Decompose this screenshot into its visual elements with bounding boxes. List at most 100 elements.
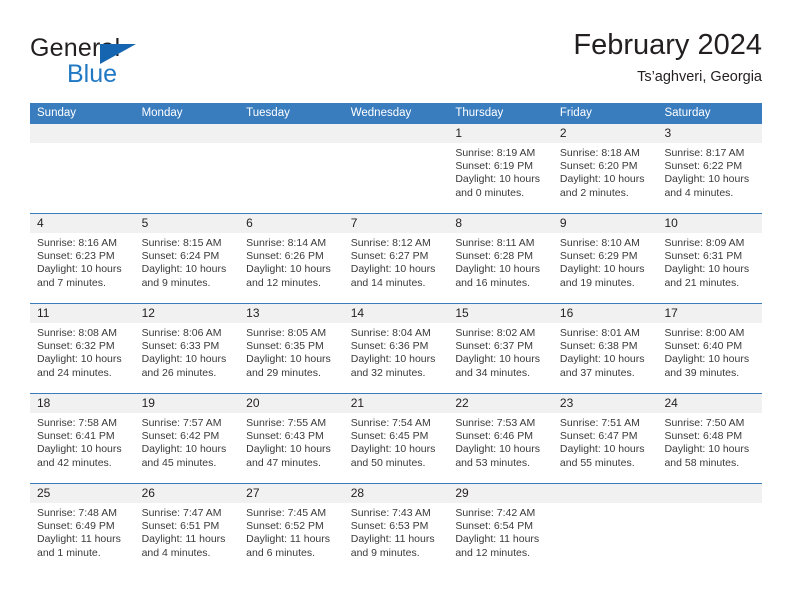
day-number: 21: [343, 394, 449, 413]
day-number: 24: [657, 394, 763, 413]
daylight-text: Daylight: 10 hours and 50 minutes.: [350, 443, 436, 469]
sunrise-text: Sunrise: 8:18 AM: [559, 147, 640, 159]
sunrise-text: Sunrise: 7:54 AM: [350, 417, 431, 429]
calendar-day-cell[interactable]: 19 Sunrise: 7:57 AM Sunset: 6:42 PM Dayligh…: [134, 394, 240, 483]
day-sun-info: Sunrise: 7:47 AM Sunset: 6:51 PM Daylight:…: [135, 503, 240, 560]
calendar-day-cell[interactable]: 5 Sunrise: 8:15 AM Sunset: 6:24 PM Daylight…: [134, 214, 240, 303]
page-subtitle: Ts’aghveri, Georgia: [637, 69, 762, 85]
calendar-day-cell[interactable]: 12 Sunrise: 8:06 AM Sunset: 6:33 PM Dayligh…: [134, 304, 240, 393]
calendar-day-cell[interactable]: 28 Sunrise: 7:43 AM Sunset: 6:53 PM Dayligh…: [343, 484, 449, 573]
day-number: 18: [30, 394, 135, 413]
calendar-day-cell[interactable]: 22 Sunrise: 7:53 AM Sunset: 6:46 PM Dayligh…: [448, 394, 553, 483]
calendar-day-cell[interactable]: 9 Sunrise: 8:10 AM Sunset: 6:29 PM Daylight…: [552, 214, 658, 303]
calendar-day-cell[interactable]: 11 Sunrise: 8:08 AM Sunset: 6:32 PM Dayligh…: [30, 304, 135, 393]
sunrise-text: Sunrise: 7:50 AM: [664, 417, 745, 429]
day-number: 22: [448, 394, 553, 413]
calendar-week-row: 18 Sunrise: 7:58 AM Sunset: 6:41 PM Dayligh…: [30, 393, 763, 483]
sunset-text: Sunset: 6:45 PM: [350, 430, 429, 443]
day-sun-info: Sunrise: 8:00 AM Sunset: 6:40 PM Daylight:…: [657, 323, 762, 380]
day-sun-info: Sunrise: 8:02 AM Sunset: 6:37 PM Daylight:…: [448, 323, 553, 380]
sunrise-text: Sunrise: 8:01 AM: [559, 327, 640, 339]
sunset-text: Sunset: 6:37 PM: [455, 340, 533, 353]
sunrise-text: Sunrise: 7:42 AM: [455, 507, 536, 519]
day-sun-info: Sunrise: 7:57 AM Sunset: 6:42 PM Daylight:…: [135, 413, 240, 470]
daylight-text: Daylight: 10 hours and 16 minutes.: [455, 263, 540, 289]
calendar-day-cell[interactable]: 26 Sunrise: 7:47 AM Sunset: 6:51 PM Dayligh…: [134, 484, 240, 573]
sunrise-text: Sunrise: 8:17 AM: [664, 147, 745, 159]
calendar-day-cell[interactable]: 4 Sunrise: 8:16 AM Sunset: 6:23 PM Daylight…: [30, 214, 135, 303]
day-sun-info: Sunrise: 8:11 AM Sunset: 6:28 PM Daylight:…: [448, 233, 553, 290]
calendar-day-cell[interactable]: 15 Sunrise: 8:02 AM Sunset: 6:37 PM Dayligh…: [448, 304, 553, 393]
sunrise-text: Sunrise: 8:08 AM: [37, 327, 117, 339]
day-sun-info: Sunrise: 8:15 AM Sunset: 6:24 PM Daylight:…: [135, 233, 240, 290]
sunset-text: Sunset: 6:29 PM: [559, 250, 638, 263]
calendar-week-row: 1 Sunrise: 8:19 AM Sunset: 6:19 PM Daylight…: [30, 124, 763, 213]
calendar-day-cell[interactable]: 3 Sunrise: 8:17 AM Sunset: 6:22 PM Daylight…: [657, 124, 763, 213]
calendar-day-cell[interactable]: 20 Sunrise: 7:55 AM Sunset: 6:43 PM Dayligh…: [239, 394, 344, 483]
sunset-text: Sunset: 6:46 PM: [455, 430, 533, 443]
sunrise-text: Sunrise: 8:10 AM: [559, 237, 640, 249]
day-number: 7: [343, 214, 449, 233]
calendar-day-cell[interactable]: 18 Sunrise: 7:58 AM Sunset: 6:41 PM Dayligh…: [30, 394, 135, 483]
sunrise-text: Sunrise: 7:43 AM: [350, 507, 431, 519]
day-sun-info: Sunrise: 8:09 AM Sunset: 6:31 PM Daylight:…: [657, 233, 762, 290]
sunrise-text: Sunrise: 7:58 AM: [37, 417, 117, 429]
daylight-text: Daylight: 10 hours and 4 minutes.: [664, 173, 750, 199]
daylight-text: Daylight: 10 hours and 55 minutes.: [559, 443, 645, 469]
calendar-day-cell[interactable]: 29 Sunrise: 7:42 AM Sunset: 6:54 PM Dayligh…: [448, 484, 553, 573]
day-number: 2: [552, 124, 658, 143]
calendar-day-cell[interactable]: 24 Sunrise: 7:50 AM Sunset: 6:48 PM Dayligh…: [657, 394, 763, 483]
daylight-text: Daylight: 10 hours and 26 minutes.: [141, 353, 227, 379]
day-number: 27: [239, 484, 344, 503]
calendar-day-cell[interactable]: 7 Sunrise: 8:12 AM Sunset: 6:27 PM Daylight…: [343, 214, 449, 303]
daylight-text: Daylight: 10 hours and 29 minutes.: [246, 353, 331, 379]
day-number: 29: [448, 484, 553, 503]
weekday-header-thursday: Thursday: [455, 107, 504, 119]
calendar-day-cell[interactable]: 8 Sunrise: 8:11 AM Sunset: 6:28 PM Daylight…: [448, 214, 553, 303]
sunset-text: Sunset: 6:35 PM: [246, 340, 324, 353]
day-number: 11: [30, 304, 135, 323]
calendar-day-cell[interactable]: 10 Sunrise: 8:09 AM Sunset: 6:31 PM Dayligh…: [657, 214, 763, 303]
day-number: 8: [448, 214, 553, 233]
daylight-text: Daylight: 10 hours and 37 minutes.: [559, 353, 645, 379]
sunrise-text: Sunrise: 7:45 AM: [246, 507, 327, 519]
sunset-text: Sunset: 6:22 PM: [664, 160, 743, 173]
calendar-day-cell[interactable]: 27 Sunrise: 7:45 AM Sunset: 6:52 PM Dayligh…: [239, 484, 344, 573]
sunrise-text: Sunrise: 8:04 AM: [350, 327, 431, 339]
day-number: 14: [343, 304, 449, 323]
weekday-header-saturday: Saturday: [664, 107, 711, 119]
calendar-day-cell[interactable]: 21 Sunrise: 7:54 AM Sunset: 6:45 PM Dayligh…: [343, 394, 449, 483]
weekday-header-monday: Monday: [141, 107, 183, 119]
calendar-week-row: 11 Sunrise: 8:08 AM Sunset: 6:32 PM Dayligh…: [30, 303, 763, 393]
daylight-text: Daylight: 10 hours and 7 minutes.: [37, 263, 122, 289]
calendar-day-cell[interactable]: 16 Sunrise: 8:01 AM Sunset: 6:38 PM Dayligh…: [552, 304, 658, 393]
day-number: 12: [134, 304, 240, 323]
day-sun-info: Sunrise: 8:01 AM Sunset: 6:38 PM Daylight:…: [553, 323, 658, 380]
calendar-day-cell[interactable]: 1 Sunrise: 8:19 AM Sunset: 6:19 PM Daylight…: [448, 124, 553, 213]
daylight-text: Daylight: 11 hours and 1 minute.: [37, 533, 121, 559]
sunset-text: Sunset: 6:43 PM: [246, 430, 324, 443]
sunset-text: Sunset: 6:19 PM: [455, 160, 533, 173]
day-sun-info: Sunrise: 8:08 AM Sunset: 6:32 PM Daylight:…: [30, 323, 135, 380]
calendar-day-cell-empty: [30, 124, 135, 213]
daylight-text: Daylight: 11 hours and 4 minutes.: [141, 533, 226, 559]
day-number: 19: [134, 394, 240, 413]
day-sun-info: Sunrise: 7:43 AM Sunset: 6:53 PM Daylight:…: [344, 503, 449, 560]
sunrise-text: Sunrise: 7:57 AM: [141, 417, 222, 429]
calendar-day-cell[interactable]: 6 Sunrise: 8:14 AM Sunset: 6:26 PM Daylight…: [239, 214, 344, 303]
day-sun-info: Sunrise: 8:14 AM Sunset: 6:26 PM Daylight:…: [239, 233, 344, 290]
daylight-text: Daylight: 11 hours and 6 minutes.: [246, 533, 331, 559]
sunset-text: Sunset: 6:38 PM: [559, 340, 638, 353]
weekday-header-tuesday: Tuesday: [246, 107, 290, 119]
sunset-text: Sunset: 6:40 PM: [664, 340, 743, 353]
calendar-day-cell[interactable]: 25 Sunrise: 7:48 AM Sunset: 6:49 PM Dayligh…: [30, 484, 135, 573]
calendar-day-cell[interactable]: 13 Sunrise: 8:05 AM Sunset: 6:35 PM Dayligh…: [239, 304, 344, 393]
calendar-day-cell[interactable]: 2 Sunrise: 8:18 AM Sunset: 6:20 PM Daylight…: [552, 124, 658, 213]
calendar-day-cell[interactable]: 17 Sunrise: 8:00 AM Sunset: 6:40 PM Dayligh…: [657, 304, 763, 393]
sunrise-text: Sunrise: 8:15 AM: [141, 237, 222, 249]
day-number: 13: [239, 304, 344, 323]
daylight-text: Daylight: 11 hours and 12 minutes.: [455, 533, 540, 559]
day-sun-info: Sunrise: 8:10 AM Sunset: 6:29 PM Daylight:…: [553, 233, 658, 290]
calendar-day-cell[interactable]: 23 Sunrise: 7:51 AM Sunset: 6:47 PM Dayligh…: [552, 394, 658, 483]
calendar-day-cell[interactable]: 14 Sunrise: 8:04 AM Sunset: 6:36 PM Dayligh…: [343, 304, 449, 393]
